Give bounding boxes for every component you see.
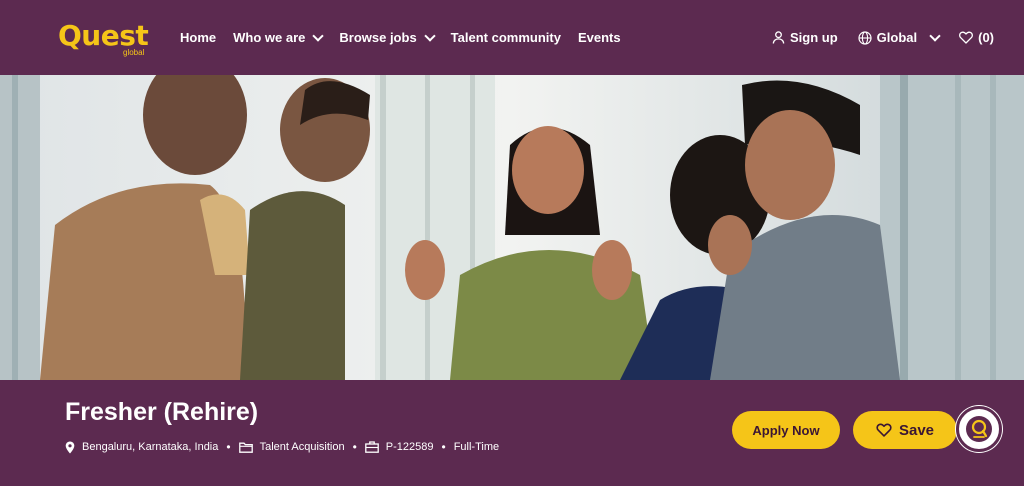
site-header: Quest global Home Who we are Browse jobs… (0, 0, 1024, 75)
utility-nav: Sign up Global (0) (752, 0, 994, 75)
nav-who-we-are-label: Who we are (233, 30, 306, 45)
region-selector[interactable]: Global (858, 29, 941, 45)
nav-talent-community-label: Talent community (450, 30, 561, 45)
save-job-button[interactable]: Save (853, 411, 957, 449)
job-type: Full-Time (453, 441, 500, 453)
meta-separator: • (226, 440, 231, 454)
nav-events[interactable]: Events (578, 30, 621, 45)
hero-image (0, 75, 1024, 380)
chevron-down-icon (929, 29, 941, 42)
job-location: Bengaluru, Karnataka, India (65, 441, 218, 454)
nav-events-label: Events (577, 30, 621, 45)
save-label: Save (898, 421, 935, 439)
job-meta: Bengaluru, Karnataka, India • Talent Acq… (65, 440, 499, 454)
quest-global-logo[interactable]: Quest global (58, 18, 153, 58)
globe-icon (858, 30, 872, 45)
chatbot-launcher[interactable] (956, 406, 1002, 452)
nav-browse-jobs-label: Browse jobs (339, 30, 417, 45)
apply-now-button[interactable]: Apply Now (732, 411, 840, 449)
chevron-down-icon (424, 29, 436, 42)
job-department: Talent Acquisition (238, 441, 345, 453)
nav-browse-jobs[interactable]: Browse jobs (339, 29, 436, 45)
meta-separator: • (441, 440, 446, 454)
saved-jobs-link[interactable]: (0) (959, 30, 994, 45)
sign-up-link[interactable]: Sign up (772, 30, 838, 45)
saved-count: (0) (978, 30, 994, 45)
job-location-text: Bengaluru, Karnataka, India (82, 441, 219, 453)
chatbot-icon (966, 416, 992, 442)
folder-icon (238, 442, 253, 453)
sign-up-label: Sign up (789, 30, 838, 45)
job-summary-band: Fresher (Rehire) Bengaluru, Karnataka, I… (0, 380, 1024, 486)
nav-talent-community[interactable]: Talent community (451, 30, 561, 45)
user-icon (772, 31, 785, 44)
apply-now-label: Apply Now (752, 422, 820, 438)
job-id-text: P-122589 (385, 441, 434, 453)
region-label: Global (876, 30, 918, 45)
logo-subtext: global (123, 48, 145, 57)
nav-home[interactable]: Home (180, 30, 216, 45)
heart-icon (876, 423, 892, 437)
meta-separator: • (352, 440, 357, 454)
location-pin-icon (65, 441, 75, 453)
chevron-down-icon (312, 29, 325, 42)
job-title: Fresher (Rehire) (65, 398, 259, 426)
nav-home-label: Home (180, 30, 217, 45)
hero-photo-people-talking (0, 75, 1024, 380)
main-nav: Home Who we are Browse jobs Talent commu… (180, 0, 638, 75)
job-id: P-122589 (364, 441, 434, 453)
briefcase-icon (364, 441, 379, 453)
heart-icon (959, 31, 974, 44)
nav-who-we-are[interactable]: Who we are (233, 29, 325, 45)
job-department-text: Talent Acquisition (259, 441, 345, 453)
